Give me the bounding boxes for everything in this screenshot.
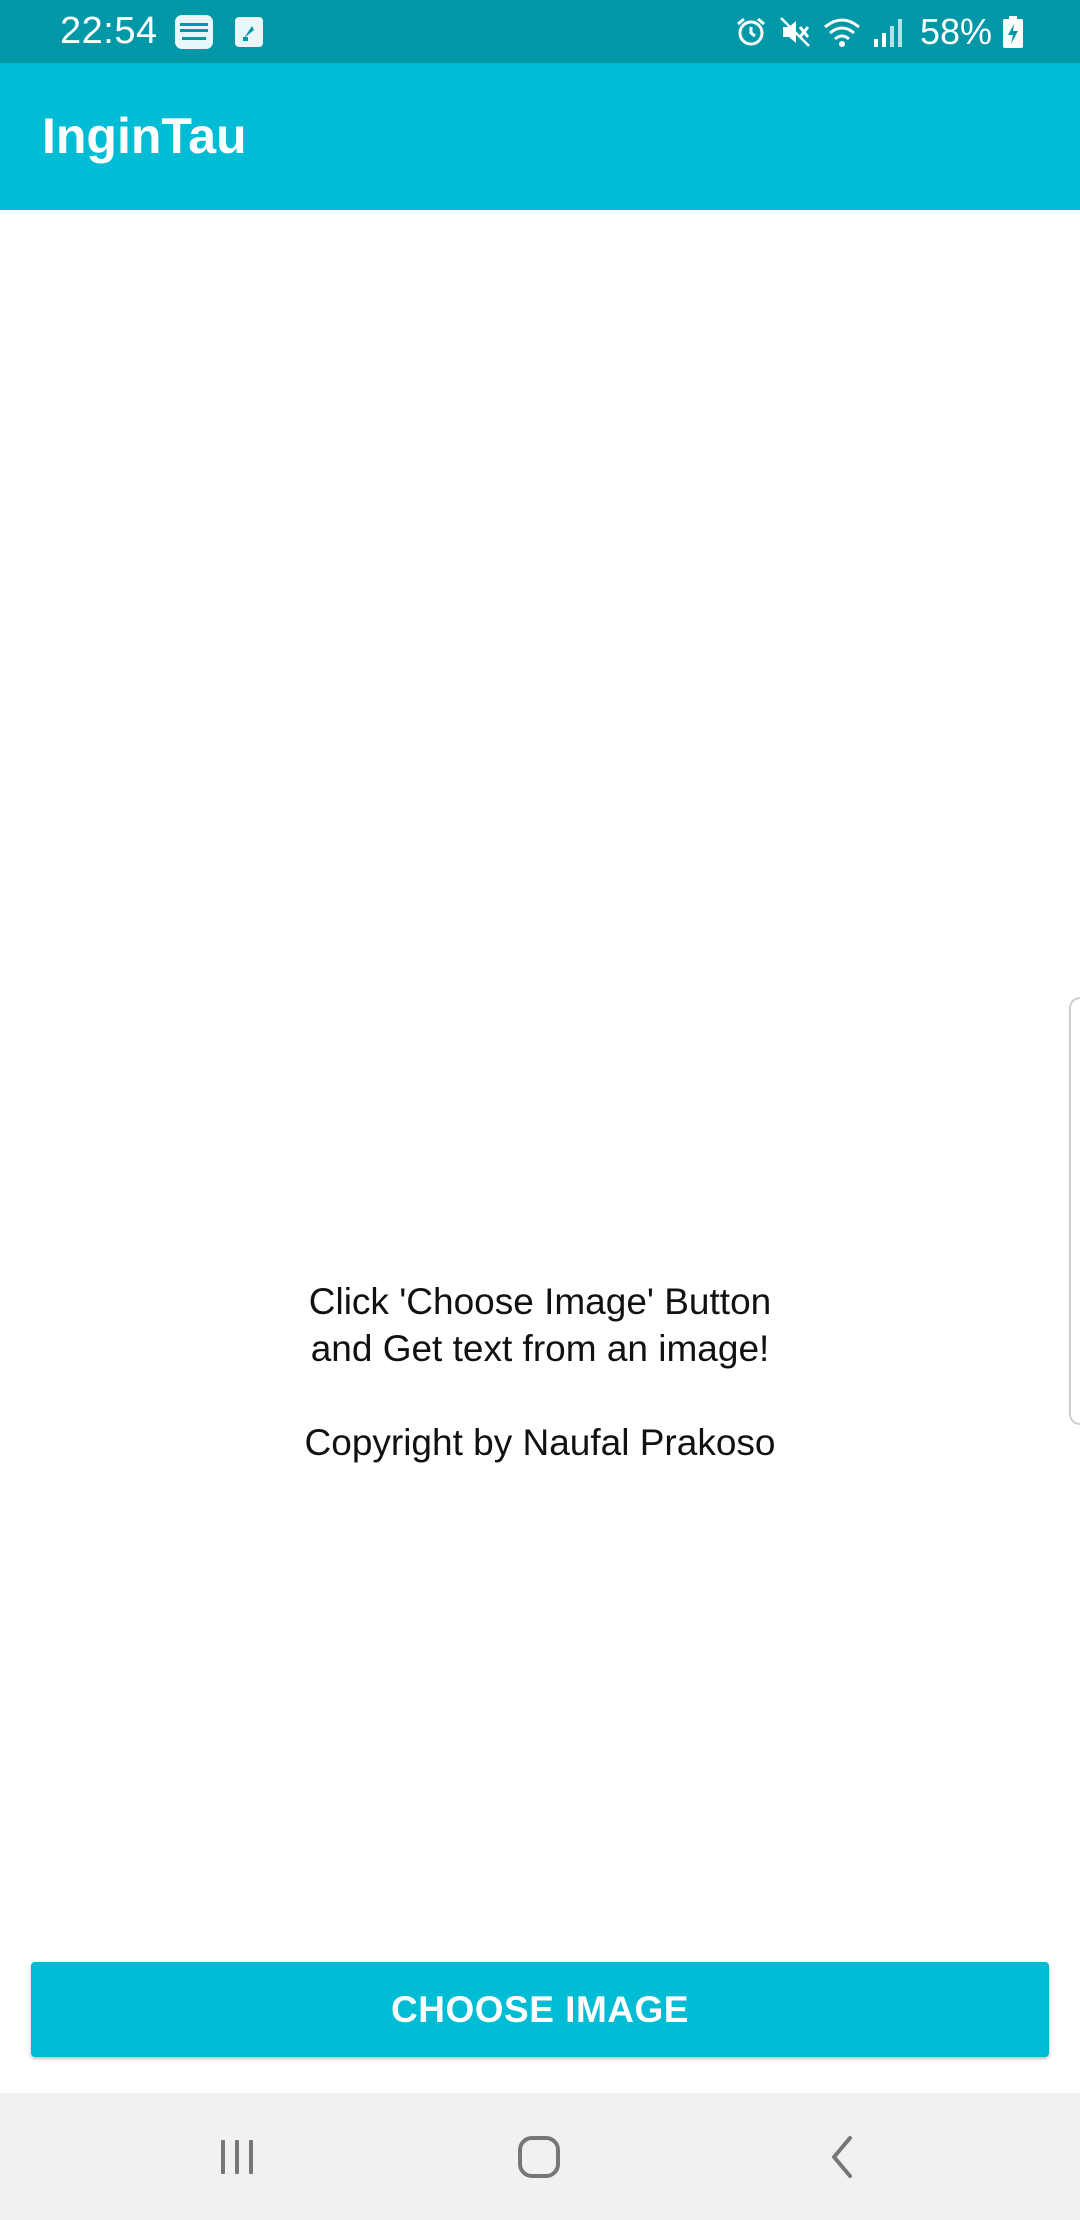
back-button[interactable] — [781, 2093, 901, 2220]
battery-percent: 58% — [919, 11, 992, 52]
home-icon — [516, 2134, 562, 2180]
battery-charging-icon — [1002, 15, 1024, 49]
copyright-text: Copyright by Naufal Prakoso — [304, 1422, 776, 1463]
recent-apps-button[interactable] — [177, 2093, 297, 2220]
system-status: 58% — [734, 8, 1024, 56]
binus-mobile-icon — [174, 14, 214, 50]
choose-image-button[interactable]: CHOOSE IMAGE — [31, 1962, 1049, 2057]
recent-apps-icon — [215, 2137, 259, 2177]
text-spacer — [0, 1372, 1080, 1419]
mute-icon — [778, 15, 812, 49]
notification-icons — [174, 14, 264, 50]
main-content: Click 'Choose Image' Button and Get text… — [0, 210, 1080, 2093]
alarm-icon — [734, 15, 768, 49]
app-screen: 22:54 58% InginTau Click 'Choose Image' … — [0, 0, 1080, 2220]
app-title: InginTau — [42, 108, 247, 164]
instruction-text: Click 'Choose Image' Button and Get text… — [0, 1278, 1080, 1466]
phone-app-icon — [234, 16, 264, 48]
back-icon — [826, 2134, 856, 2180]
app-bar: InginTau — [0, 63, 1080, 210]
status-time: 22:54 — [60, 10, 158, 52]
wifi-icon — [822, 15, 862, 49]
home-button[interactable] — [479, 2093, 599, 2220]
instruction-line-1: Click 'Choose Image' Button — [308, 1281, 772, 1322]
status-bar: 22:54 58% — [0, 0, 1080, 63]
navigation-bar — [0, 2093, 1080, 2220]
instruction-line-2: and Get text from an image! — [310, 1328, 770, 1369]
edge-panel-handle[interactable] — [1069, 997, 1080, 1425]
signal-icon — [872, 15, 904, 49]
